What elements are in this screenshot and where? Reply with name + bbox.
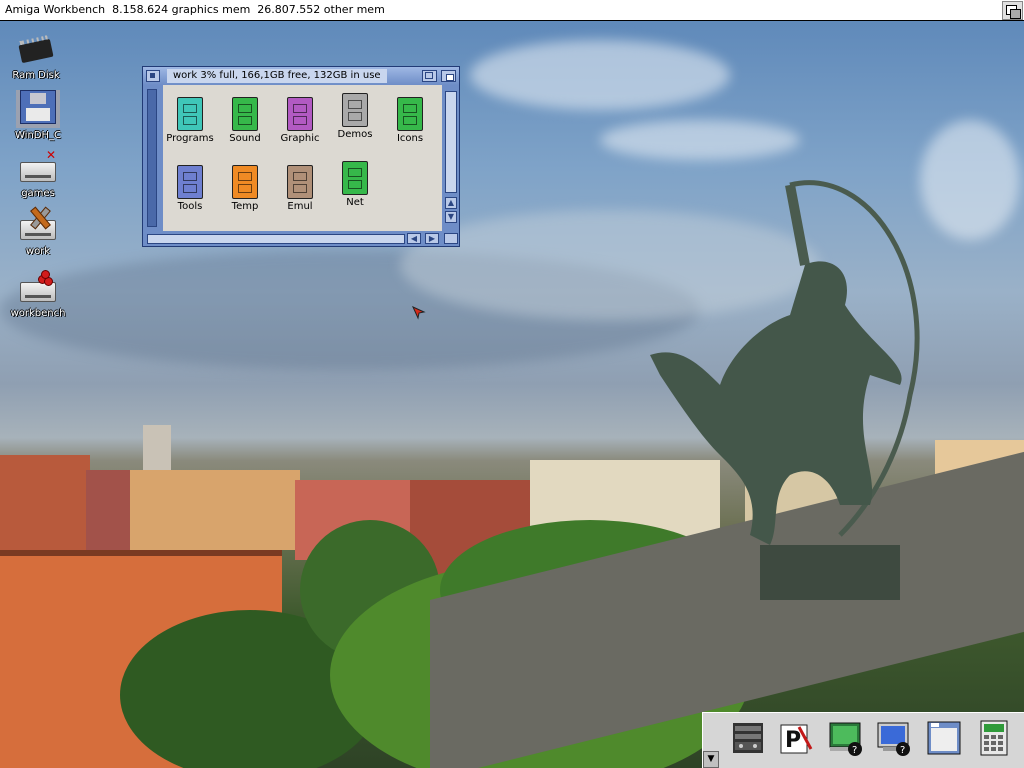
drawer-cabinet-icon [232, 165, 258, 199]
horizontal-scroll-knob[interactable] [147, 234, 405, 244]
drawer-item-label: Demos [337, 129, 373, 140]
ram-chip-icon [14, 34, 58, 68]
desktop-icon-windh-c[interactable]: WinDH_C [6, 90, 70, 141]
drawer-item-label: Tools [177, 201, 203, 212]
zoom-gadget-icon[interactable] [422, 70, 437, 82]
desktop-icon-ram-disk[interactable]: Ram Disk [4, 34, 68, 81]
screen-title-bar: Amiga Workbench 8.158.624 graphics mem 2… [0, 0, 1024, 21]
drawer-cabinet-icon [177, 97, 203, 131]
paint-program-icon[interactable]: P [777, 719, 815, 757]
drawer-item-label: Net [346, 197, 364, 208]
drawer-item-sound[interactable]: Sound [218, 97, 272, 144]
vertical-scrollbar[interactable]: ▲ ▼ [443, 85, 459, 231]
desktop-icon-work[interactable]: work [6, 210, 70, 257]
window-left-border [143, 85, 163, 231]
centaur-statue [650, 180, 920, 545]
drawer-item-graphic[interactable]: Graphic [273, 97, 327, 144]
close-gadget-icon[interactable] [146, 70, 160, 82]
drawer-item-label: Emul [287, 201, 313, 212]
drawer-cabinet-icon [177, 165, 203, 199]
hard-drive-icon: ✕ [16, 148, 60, 186]
drawer-item-label: Temp [231, 201, 259, 212]
drawer-item-emul[interactable]: Emul [273, 165, 327, 212]
desktop-icon-label: workbench [10, 308, 66, 319]
drawer-item-demos[interactable]: Demos [328, 93, 382, 140]
window-title-bar[interactable]: work 3% full, 166,1GB free, 132GB in use [143, 67, 459, 85]
drawer-cabinet-icon [287, 97, 313, 131]
svg-text:P: P [785, 728, 801, 753]
horizontal-scrollbar[interactable]: ◀ ▶ [143, 231, 459, 246]
dock-menu-button[interactable]: ▼ [703, 751, 719, 768]
desktop-icon-label: WinDH_C [15, 130, 61, 141]
window-title: work 3% full, 166,1GB free, 132GB in use [167, 69, 387, 83]
hard-drive-cherry-icon [16, 270, 60, 306]
svg-text:?: ? [900, 745, 905, 756]
monitor-help-icon[interactable]: ? [875, 719, 913, 757]
desktop-icon-label: Ram Disk [12, 70, 60, 81]
desktop-icon-label: work [25, 246, 51, 257]
scroll-down-arrow-icon[interactable]: ▼ [445, 211, 457, 223]
desktop-icon-label: games [21, 188, 55, 199]
drawer-item-programs[interactable]: Programs [163, 97, 217, 144]
drawer-item-label: Programs [166, 133, 214, 144]
drawer-item-label: Sound [229, 133, 261, 144]
resize-gadget-icon[interactable] [444, 233, 458, 244]
drawer-item-icons[interactable]: Icons [383, 97, 437, 144]
mouse-pointer-icon [412, 306, 426, 320]
desktop-icon-workbench[interactable]: workbench [6, 270, 70, 319]
screen-depth-gadget[interactable] [1002, 1, 1023, 20]
vertical-scroll-knob[interactable] [445, 91, 457, 193]
drawer-cabinet-icon [342, 161, 368, 195]
drawer-item-net[interactable]: Net [328, 161, 382, 208]
scroll-up-arrow-icon[interactable]: ▲ [445, 197, 457, 209]
drawer-cabinet-icon [232, 97, 258, 131]
drawer-cabinet-icon [397, 97, 423, 131]
depth-gadget-icon[interactable] [441, 70, 456, 82]
floppy-disk-icon [16, 90, 60, 128]
depth-front-icon [1010, 9, 1021, 19]
drawer-item-label: Icons [396, 133, 424, 144]
desktop-icon-games[interactable]: ✕ games [6, 148, 70, 199]
screen-mode-help-icon[interactable]: ? [827, 719, 865, 757]
scroll-right-arrow-icon[interactable]: ▶ [425, 233, 439, 244]
work-drawer-window[interactable]: work 3% full, 166,1GB free, 132GB in use… [142, 66, 460, 247]
screen-title: Amiga Workbench 8.158.624 graphics mem 2… [5, 3, 385, 16]
svg-text:?: ? [852, 745, 857, 756]
x-mark-icon: ✕ [45, 148, 57, 162]
drawer-item-tools[interactable]: Tools [163, 165, 217, 212]
drawer-item-label: Graphic [280, 133, 320, 144]
drawer-cabinet-icon [287, 165, 313, 199]
drawer-cabinet-icon [342, 93, 368, 127]
drawer-content: Programs Sound Graphic Demos Icons Tools… [163, 85, 442, 231]
drawer-item-temp[interactable]: Temp [218, 165, 272, 212]
icon-dock: ▼ P ? ? [702, 712, 1024, 768]
calculator-icon[interactable] [975, 719, 1013, 757]
stereo-rack-icon[interactable] [729, 719, 767, 757]
hard-drive-tools-icon [16, 210, 60, 244]
scroll-left-arrow-icon[interactable]: ◀ [407, 233, 421, 244]
window-prefs-icon[interactable] [925, 719, 963, 757]
